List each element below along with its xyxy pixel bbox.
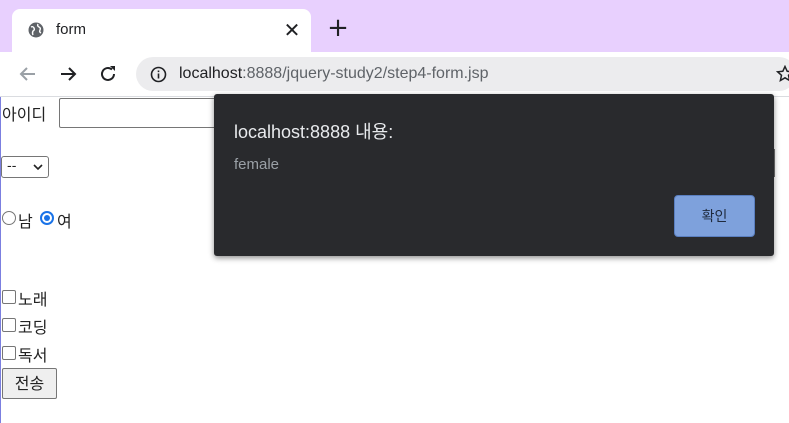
tab-strip: form ✕ + [0, 0, 789, 52]
submit-button[interactable]: 전송 [2, 368, 57, 399]
checkbox-reading-label: 독서 [18, 346, 48, 365]
radio-male-label: 남 [18, 212, 33, 231]
id-input[interactable] [59, 98, 219, 128]
id-label: 아이디 [2, 105, 47, 124]
checkbox-singing-label: 노래 [18, 290, 48, 309]
radio-female[interactable] [40, 211, 54, 225]
radio-male[interactable] [2, 211, 16, 225]
select-value: -- [7, 159, 17, 174]
url-text[interactable]: localhost:8888/jquery-study2/step4-form.… [179, 65, 489, 83]
close-tab-icon[interactable]: ✕ [282, 20, 302, 40]
option-select[interactable]: -- [1, 156, 49, 178]
chevron-down-icon [33, 164, 43, 171]
dialog-message: female [234, 156, 280, 173]
browser-toolbar: localhost:8888/jquery-study2/step4-form.… [0, 52, 789, 97]
globe-icon [28, 22, 44, 38]
info-icon[interactable] [150, 66, 167, 83]
url-path: :8888/jquery-study2/step4-form.jsp [242, 65, 489, 82]
bookmark-star-icon[interactable] [776, 65, 789, 83]
checkbox-coding[interactable] [2, 318, 16, 332]
forward-arrow-icon[interactable] [57, 63, 79, 85]
back-arrow-icon[interactable] [17, 63, 39, 85]
dialog-ok-button[interactable]: 확인 [674, 195, 755, 237]
checkbox-reading[interactable] [2, 346, 16, 360]
radio-female-label: 여 [57, 212, 72, 231]
dialog-title: localhost:8888 내용: [234, 122, 394, 142]
address-bar[interactable]: localhost:8888/jquery-study2/step4-form.… [136, 57, 789, 91]
reload-icon[interactable] [97, 63, 119, 85]
alert-dialog: localhost:8888 내용: female 확인 [214, 94, 774, 256]
checkbox-coding-label: 코딩 [18, 318, 48, 337]
browser-tab[interactable]: form ✕ [12, 9, 311, 52]
checkbox-singing[interactable] [2, 290, 16, 304]
url-host: localhost [179, 65, 243, 82]
new-tab-button[interactable]: + [327, 15, 349, 41]
tab-title: form [56, 21, 86, 38]
